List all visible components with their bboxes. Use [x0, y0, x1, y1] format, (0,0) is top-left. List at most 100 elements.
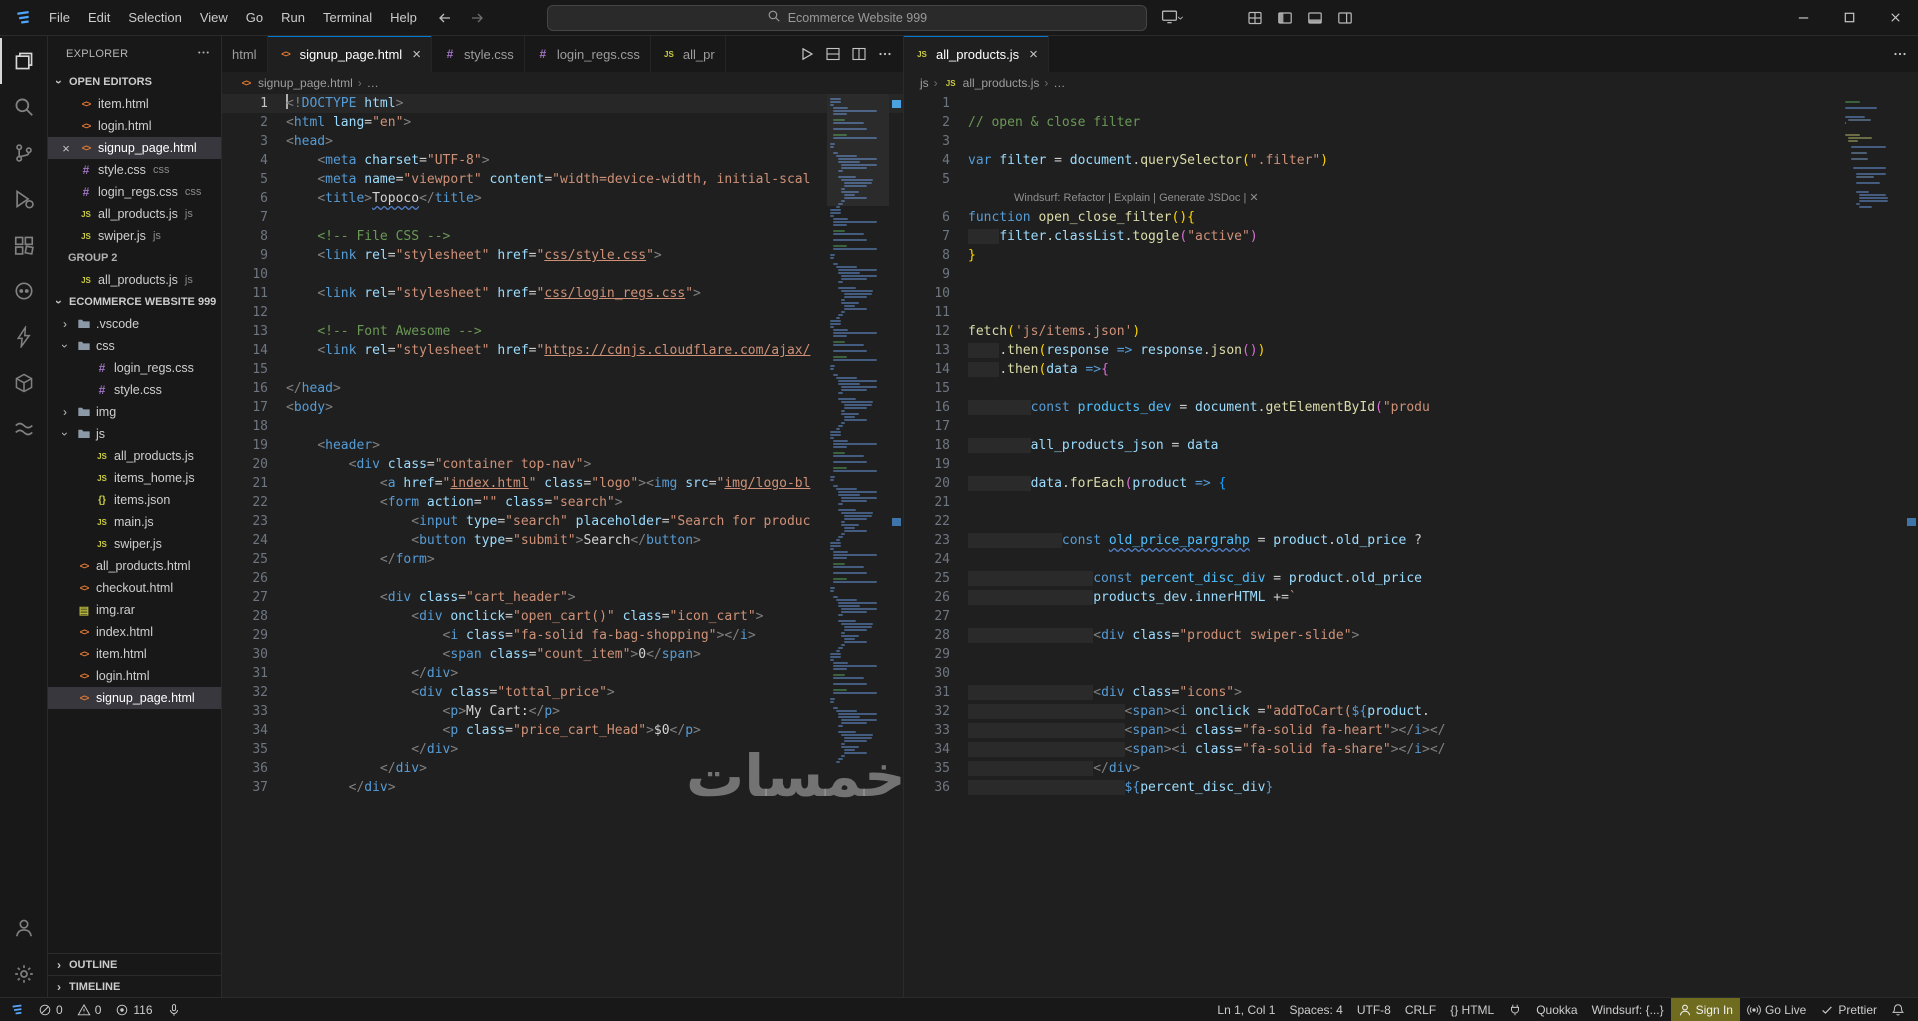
tab-signup_page.html[interactable]: <> signup_page.html × — [267, 36, 432, 72]
open-editors-header[interactable]: › OPEN EDITORS — [48, 71, 221, 93]
open-editor-item.html[interactable]: <> item.html — [48, 93, 221, 115]
back-button[interactable] — [432, 5, 458, 31]
close-button[interactable] — [1872, 0, 1918, 36]
file-checkout.html[interactable]: <> checkout.html — [48, 577, 221, 599]
open-editor-style.css[interactable]: # style.css css — [48, 159, 221, 181]
code-area[interactable]: 1 <!DOCTYPE html> 2 <html lang="en"> 3 <head>… — [222, 94, 903, 997]
close-tab-icon[interactable]: × — [412, 47, 421, 62]
file-main.js[interactable]: JS main.js — [48, 511, 221, 533]
status-remote-indicator[interactable] — [0, 998, 31, 1021]
overview-ruler[interactable] — [1904, 94, 1918, 997]
maximize-button[interactable] — [1826, 0, 1872, 36]
codelens-actions[interactable]: Windsurf: Refactor | Explain | Generate … — [950, 189, 1259, 208]
status-warnings[interactable]: 0 — [70, 998, 109, 1021]
source-control-icon[interactable] — [0, 130, 48, 176]
menu-run[interactable]: Run — [272, 5, 314, 31]
tab-login_regs.css[interactable]: # login_regs.css — [524, 36, 651, 72]
file-signup_page.html[interactable]: <> signup_page.html — [48, 687, 221, 709]
open-editor-all_products.js[interactable]: JS all_products.js js — [48, 203, 221, 225]
breadcrumb-item[interactable]: <> signup_page.html — [238, 75, 353, 91]
breadcrumb-item[interactable]: … — [367, 76, 379, 90]
accounts-icon[interactable] — [0, 905, 48, 951]
open-editor-login.html[interactable]: <> login.html — [48, 115, 221, 137]
menu-selection[interactable]: Selection — [119, 5, 190, 31]
toggle-primary-sidebar-icon[interactable] — [1270, 4, 1300, 32]
status-spell-checker-count[interactable]: 116 — [108, 998, 159, 1021]
status-prettier[interactable]: Prettier — [1813, 998, 1884, 1021]
menu-help[interactable]: Help — [381, 5, 426, 31]
views-more-actions-icon[interactable] — [196, 45, 211, 63]
status-indentation[interactable]: Spaces: 4 — [1282, 998, 1349, 1021]
more-actions-icon[interactable] — [1888, 42, 1912, 66]
file-login.html[interactable]: <> login.html — [48, 665, 221, 687]
open-editor-signup_page.html[interactable]: × <> signup_page.html — [48, 137, 221, 159]
tab-all_pr[interactable]: JS all_pr — [650, 36, 726, 72]
explorer-icon[interactable] — [0, 38, 48, 84]
tab-html[interactable]: html — [222, 36, 268, 72]
code-area[interactable]: 1 2// open & close filter 3 4 var filter = d… — [904, 94, 1918, 997]
open-editor-group2-all_products.js[interactable]: JS all_products.js js — [48, 269, 221, 291]
tab-all_products.js[interactable]: JS all_products.js × — [904, 36, 1049, 72]
minimize-button[interactable] — [1780, 0, 1826, 36]
file-items.json[interactable]: {} items.json — [48, 489, 221, 511]
status-end-of-line[interactable]: CRLF — [1398, 998, 1443, 1021]
status-ports[interactable] — [1501, 998, 1529, 1021]
status-cursor-position[interactable]: Ln 1, Col 1 — [1210, 998, 1282, 1021]
menu-edit[interactable]: Edit — [79, 5, 119, 31]
menu-terminal[interactable]: Terminal — [314, 5, 381, 31]
forward-button[interactable] — [464, 5, 490, 31]
folder-.vscode[interactable]: › .vscode — [48, 313, 221, 335]
split-editor-down-icon[interactable] — [821, 42, 845, 66]
status-windsurf-status[interactable]: Windsurf: {...} — [1585, 998, 1671, 1021]
file-all_products.html[interactable]: <> all_products.html — [48, 555, 221, 577]
split-editor-icon[interactable] — [847, 42, 871, 66]
menu-file[interactable]: File — [40, 5, 79, 31]
thunder-client-icon[interactable] — [0, 314, 48, 360]
file-swiper.js[interactable]: JS swiper.js — [48, 533, 221, 555]
file-style.css[interactable]: # style.css — [48, 379, 221, 401]
overview-ruler[interactable] — [889, 94, 903, 997]
status-sign-in[interactable]: Sign In — [1670, 998, 1740, 1021]
menu-go[interactable]: Go — [237, 5, 272, 31]
more-actions-icon[interactable] — [873, 42, 897, 66]
minimap[interactable] — [1842, 94, 1904, 997]
close-editor-icon[interactable]: × — [58, 141, 74, 156]
folder-js[interactable]: › js — [48, 423, 221, 445]
menu-view[interactable]: View — [191, 5, 237, 31]
outline-section[interactable]: › OUTLINE — [48, 953, 221, 975]
status-language-mode[interactable]: {} HTML — [1443, 998, 1501, 1021]
folder-css[interactable]: › css — [48, 335, 221, 357]
file-items_home.js[interactable]: JS items_home.js — [48, 467, 221, 489]
extensions-icon[interactable] — [0, 222, 48, 268]
open-editor-swiper.js[interactable]: JS swiper.js js — [48, 225, 221, 247]
folder-img[interactable]: › img — [48, 401, 221, 423]
command-center-search[interactable]: Ecommerce Website 999 — [546, 4, 1147, 31]
close-tab-icon[interactable]: × — [1029, 47, 1038, 62]
breadcrumb-item[interactable]: js — [920, 76, 929, 90]
status-notifications[interactable] — [1884, 998, 1912, 1021]
project-root-header[interactable]: › ECOMMERCE WEBSITE 999 — [48, 291, 221, 313]
remote-window-button[interactable]: › — [1161, 8, 1188, 28]
file-login_regs.css[interactable]: # login_regs.css — [48, 357, 221, 379]
breadcrumb-item[interactable]: … — [1053, 76, 1065, 90]
file-img.rar[interactable]: ▤ img.rar — [48, 599, 221, 621]
windsurf-cascade-icon[interactable] — [0, 406, 48, 452]
status-go-live[interactable]: Go Live — [1740, 998, 1813, 1021]
minimap[interactable] — [827, 94, 889, 997]
status-encoding[interactable]: UTF-8 — [1350, 998, 1398, 1021]
settings-icon[interactable] — [0, 951, 48, 997]
timeline-section[interactable]: › TIMELINE — [48, 975, 221, 997]
file-all_products.js[interactable]: JS all_products.js — [48, 445, 221, 467]
minimap-slider[interactable] — [827, 94, 889, 206]
toggle-secondary-sidebar-icon[interactable] — [1330, 4, 1360, 32]
toggle-panel-icon[interactable] — [1300, 4, 1330, 32]
ai-assistant-icon[interactable] — [0, 268, 48, 314]
status-errors[interactable]: 0 — [31, 998, 70, 1021]
file-item.html[interactable]: <> item.html — [48, 643, 221, 665]
customize-layout-icon[interactable] — [1240, 4, 1270, 32]
remote-explorer-icon[interactable] — [0, 360, 48, 406]
tab-style.css[interactable]: # style.css — [431, 36, 525, 72]
run-debug-icon[interactable] — [0, 176, 48, 222]
breadcrumb-item[interactable]: JS all_products.js — [943, 75, 1040, 91]
run-code-button[interactable] — [795, 42, 819, 66]
